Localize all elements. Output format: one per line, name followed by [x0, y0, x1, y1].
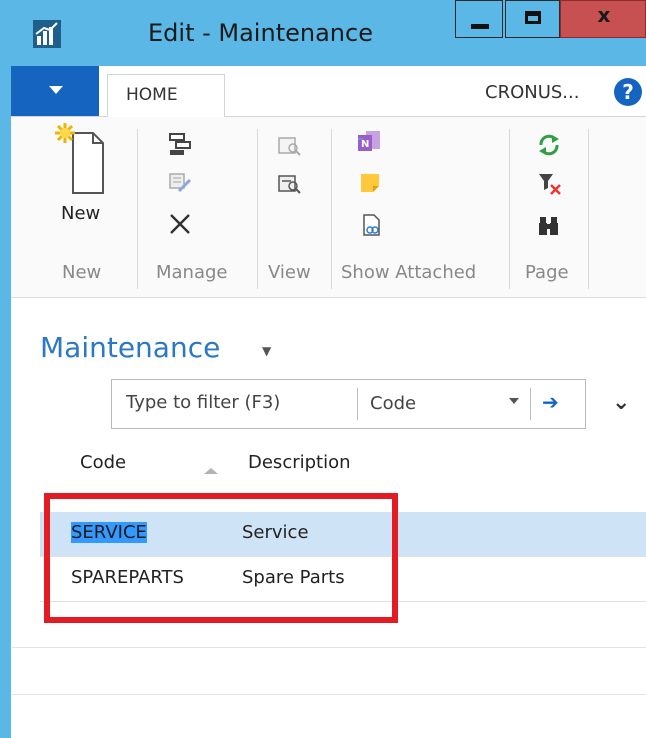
- highlight-annotation-box: [44, 493, 398, 623]
- empty-row-divider: [12, 647, 646, 648]
- close-icon: x: [597, 3, 611, 27]
- arrow-right-icon[interactable]: ➔: [542, 390, 559, 414]
- sort-ascending-icon: [204, 468, 218, 474]
- filter-box: Code ➔: [111, 379, 586, 429]
- column-header-description[interactable]: Description: [248, 452, 351, 473]
- app-icon[interactable]: [32, 19, 62, 49]
- chevron-down-icon[interactable]: ▼: [262, 344, 271, 358]
- svg-text:N: N: [361, 139, 369, 150]
- minimize-icon: [471, 24, 489, 29]
- group-separator: [257, 129, 258, 289]
- group-label-manage: Manage: [156, 262, 228, 283]
- find-icon[interactable]: [537, 215, 561, 237]
- new-button-label: New: [61, 203, 101, 224]
- view-list-icon[interactable]: [277, 173, 303, 195]
- tab-home-label: HOME: [126, 85, 178, 105]
- window-title: Edit - Maintenance: [148, 19, 373, 47]
- note-icon[interactable]: [359, 172, 381, 194]
- group-label-page: Page: [525, 262, 569, 283]
- new-button[interactable]: New: [41, 119, 121, 231]
- chevron-down-icon: [49, 86, 63, 94]
- page-title[interactable]: Maintenance: [40, 331, 220, 364]
- help-icon[interactable]: ?: [614, 78, 642, 106]
- maximize-button[interactable]: [505, 0, 560, 38]
- application-menu-button[interactable]: [11, 66, 99, 116]
- application-window: Edit - Maintenance x HOME CRONUS... ? Ne…: [0, 0, 646, 738]
- filter-input[interactable]: [126, 392, 346, 413]
- company-name[interactable]: CRONUS...: [485, 82, 579, 103]
- filter-divider: [530, 388, 531, 420]
- delete-icon[interactable]: [167, 211, 193, 237]
- close-button[interactable]: x: [560, 0, 646, 38]
- clear-filter-icon[interactable]: [537, 171, 563, 197]
- empty-row-divider: [12, 694, 646, 695]
- dropdown-arrow-icon[interactable]: [509, 398, 519, 404]
- expand-chevron-icon[interactable]: ⌄: [612, 390, 630, 415]
- group-separator: [331, 129, 332, 289]
- group-separator: [137, 129, 138, 289]
- window-left-border: [0, 0, 11, 738]
- filter-divider: [357, 388, 358, 420]
- group-label-view: View: [268, 262, 311, 283]
- group-label-new: New: [62, 262, 102, 283]
- group-separator: [588, 129, 589, 289]
- ribbon: New New Manage View N Show Attached Page: [11, 117, 646, 298]
- edit-icon[interactable]: [167, 169, 193, 195]
- maximize-icon: [525, 11, 541, 24]
- new-document-icon: [55, 123, 104, 194]
- onenote-icon[interactable]: N: [356, 129, 384, 155]
- group-label-show-attached: Show Attached: [341, 262, 477, 283]
- links-icon[interactable]: [361, 213, 383, 237]
- view-icon[interactable]: [277, 135, 303, 157]
- tab-home[interactable]: HOME: [107, 74, 225, 117]
- ribbon-tab-strip: HOME CRONUS... ?: [11, 66, 646, 117]
- minimize-button[interactable]: [455, 0, 503, 38]
- edit-list-icon[interactable]: [167, 131, 193, 157]
- group-separator: [509, 129, 510, 289]
- filter-field-select[interactable]: Code: [370, 393, 416, 414]
- column-header-code[interactable]: Code: [80, 452, 126, 473]
- refresh-icon[interactable]: [537, 133, 561, 157]
